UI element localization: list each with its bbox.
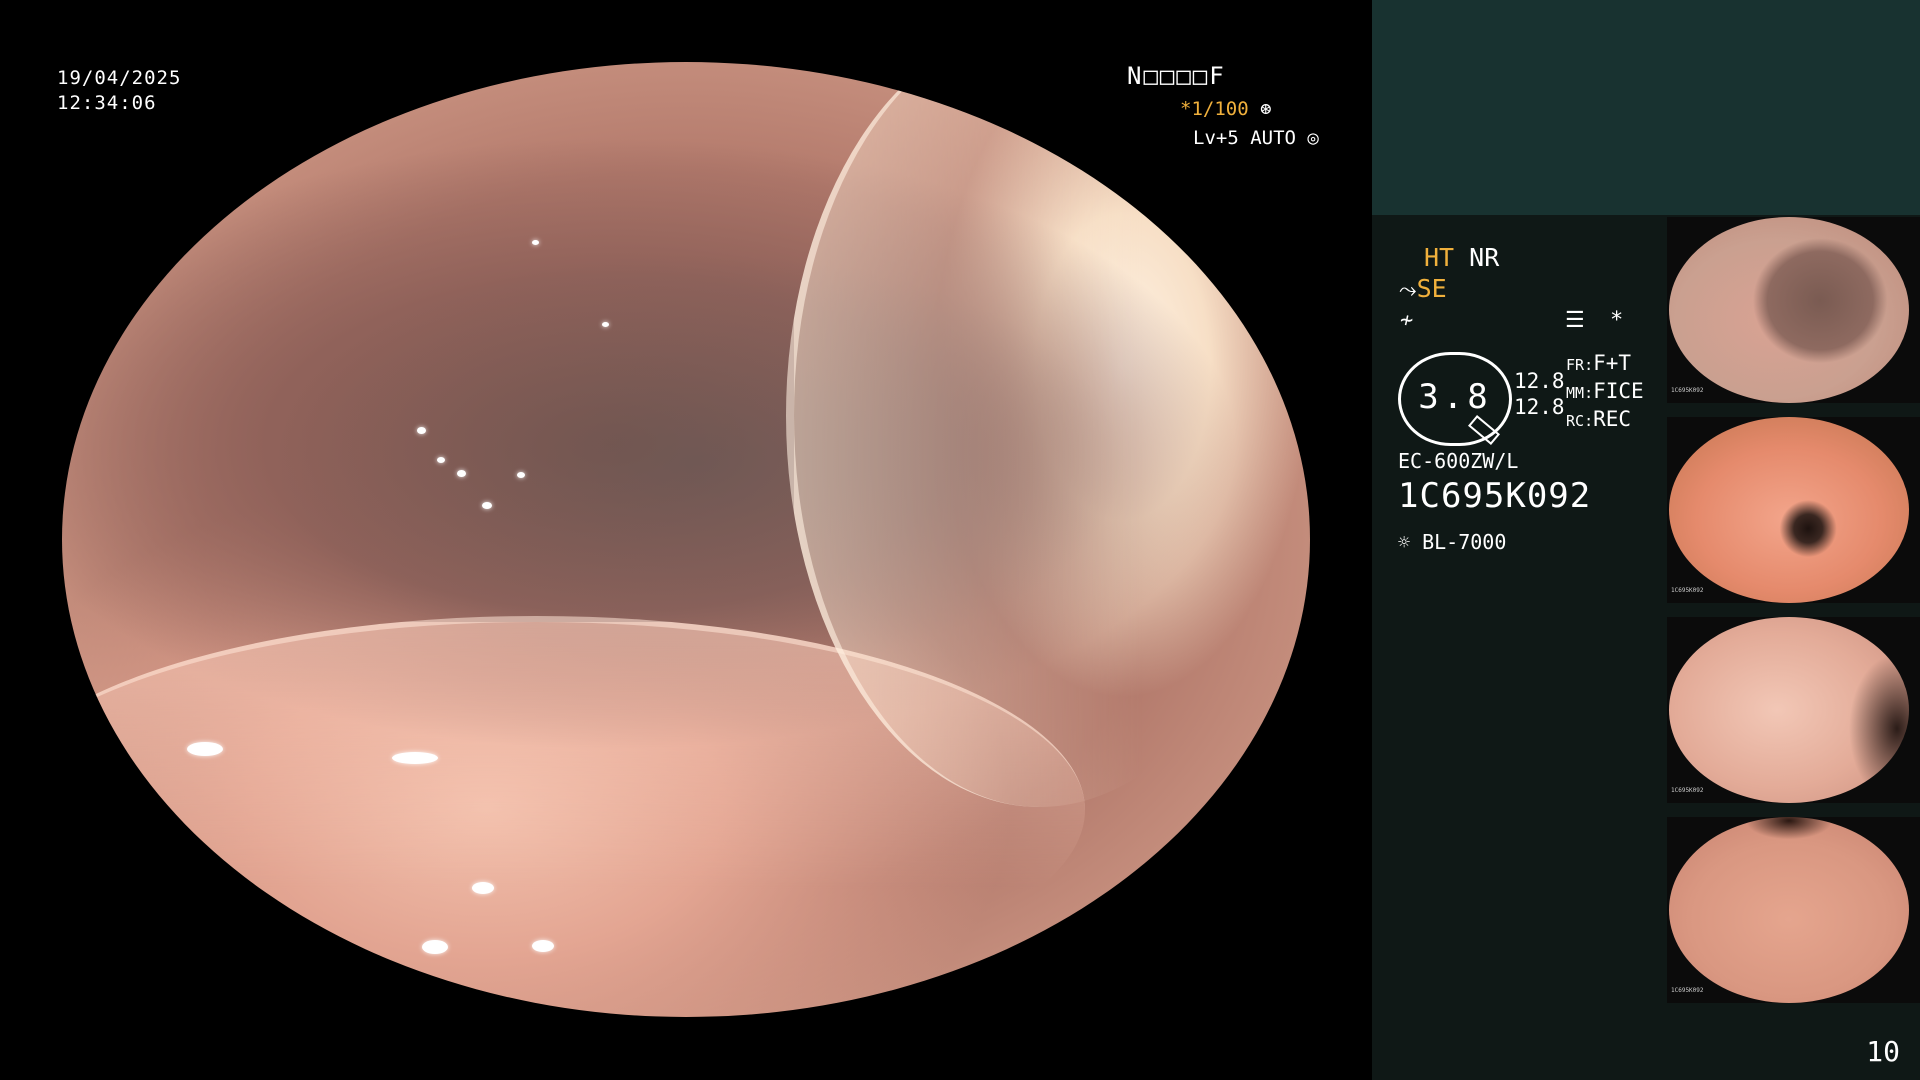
specular-highlight (532, 240, 539, 245)
specular-highlight (457, 470, 466, 477)
iris-icon: ◎ (1307, 127, 1319, 149)
shutter-speed: *1/100 ⊛ (1180, 98, 1272, 120)
se-row: ⤳SE (1399, 274, 1447, 303)
patient-code: N□□□□F (1127, 62, 1226, 90)
specular-highlight (472, 882, 494, 894)
thumbnail-image (1669, 617, 1909, 803)
specular-highlight (417, 427, 426, 434)
endoscope-view: 19/04/2025 12:34:06 N□□□□F *1/100 ⊛ Lv+5… (0, 0, 1372, 1080)
menu-icons: ☰ * (1565, 308, 1623, 333)
structure-enhance-icon: ⤳ (1399, 278, 1417, 303)
thumbnail[interactable]: 1C695K092 (1667, 217, 1920, 403)
thumbnail[interactable]: 1C695K092 (1667, 617, 1920, 803)
ht-label: HT (1424, 243, 1455, 272)
settings-icon: ☰ (1565, 308, 1585, 333)
specular-highlight (187, 742, 223, 756)
specular-highlight (422, 940, 448, 954)
thumbnail-serial: 1C695K092 (1671, 987, 1704, 994)
ht-nr-row: HT NR (1424, 243, 1499, 272)
thumbnail-strip: 1C695K092 1C695K092 1C695K092 1C695K092 (1667, 217, 1920, 1017)
specular-highlight (392, 752, 438, 764)
endoscope-image (62, 62, 1310, 1017)
specular-highlight (532, 940, 554, 952)
scope-model: EC-600ZW/L (1398, 449, 1519, 473)
mucosal-fold-light (785, 62, 1294, 807)
specular-highlight (482, 502, 492, 509)
se-label: SE (1416, 274, 1447, 303)
key-fr: FR:F+T (1566, 351, 1632, 375)
specular-highlight (602, 322, 609, 327)
key-rc: RC:REC (1566, 407, 1632, 431)
value-2: 12.8 (1514, 395, 1565, 419)
panel-header-area (1372, 0, 1920, 215)
thumbnail-serial: 1C695K092 (1671, 787, 1704, 794)
lens-icon (1468, 414, 1500, 446)
time-label: 12:34:06 (57, 92, 157, 114)
shutter-icon: ⊛ (1260, 98, 1272, 120)
mode-keys: FR:F+T MM:FICE RC:REC (1566, 350, 1644, 434)
thumbnail-serial: 1C695K092 (1671, 387, 1704, 394)
zoom-value: 3.8 (1418, 377, 1492, 417)
frame-count: 10 (1866, 1035, 1900, 1068)
thumbnail-image (1669, 817, 1909, 1003)
scope-serial: 1C695K092 (1398, 476, 1592, 516)
color-mode-icon: ≁ (1400, 308, 1414, 333)
light-source: ☼ BL-7000 (1398, 530, 1506, 554)
info-panel: HT NR ⤳SE ≁ ☰ * 3.8 12.8 12.8 FR:F+T MM:… (1372, 0, 1920, 1080)
date-time: 19/04/2025 12:34:06 (57, 66, 181, 116)
thumbnail[interactable]: 1C695K092 (1667, 817, 1920, 1003)
light-source-icon: ☼ (1398, 530, 1411, 554)
iris-value: Lv+5 AUTO (1193, 127, 1296, 149)
zoom-indicator: 3.8 (1398, 352, 1512, 446)
thumbnail-image (1669, 417, 1909, 603)
iris-mode: Lv+5 AUTO ◎ (1193, 127, 1319, 149)
value-1: 12.8 (1514, 369, 1565, 393)
thumbnail-serial: 1C695K092 (1671, 587, 1704, 594)
specular-highlight (437, 457, 445, 463)
shutter-value: *1/100 (1180, 98, 1249, 120)
asterisk-icon: * (1609, 308, 1624, 333)
nr-label: NR (1469, 243, 1500, 272)
specular-highlight (517, 472, 525, 478)
thumbnail[interactable]: 1C695K092 (1667, 417, 1920, 603)
light-source-label: BL-7000 (1422, 530, 1507, 554)
date-label: 19/04/2025 (57, 67, 182, 89)
color-mode-row: ≁ (1400, 304, 1413, 333)
thumbnail-image (1669, 217, 1909, 403)
numeric-values: 12.8 12.8 (1514, 368, 1565, 420)
key-mm: MM:FICE (1566, 379, 1644, 403)
